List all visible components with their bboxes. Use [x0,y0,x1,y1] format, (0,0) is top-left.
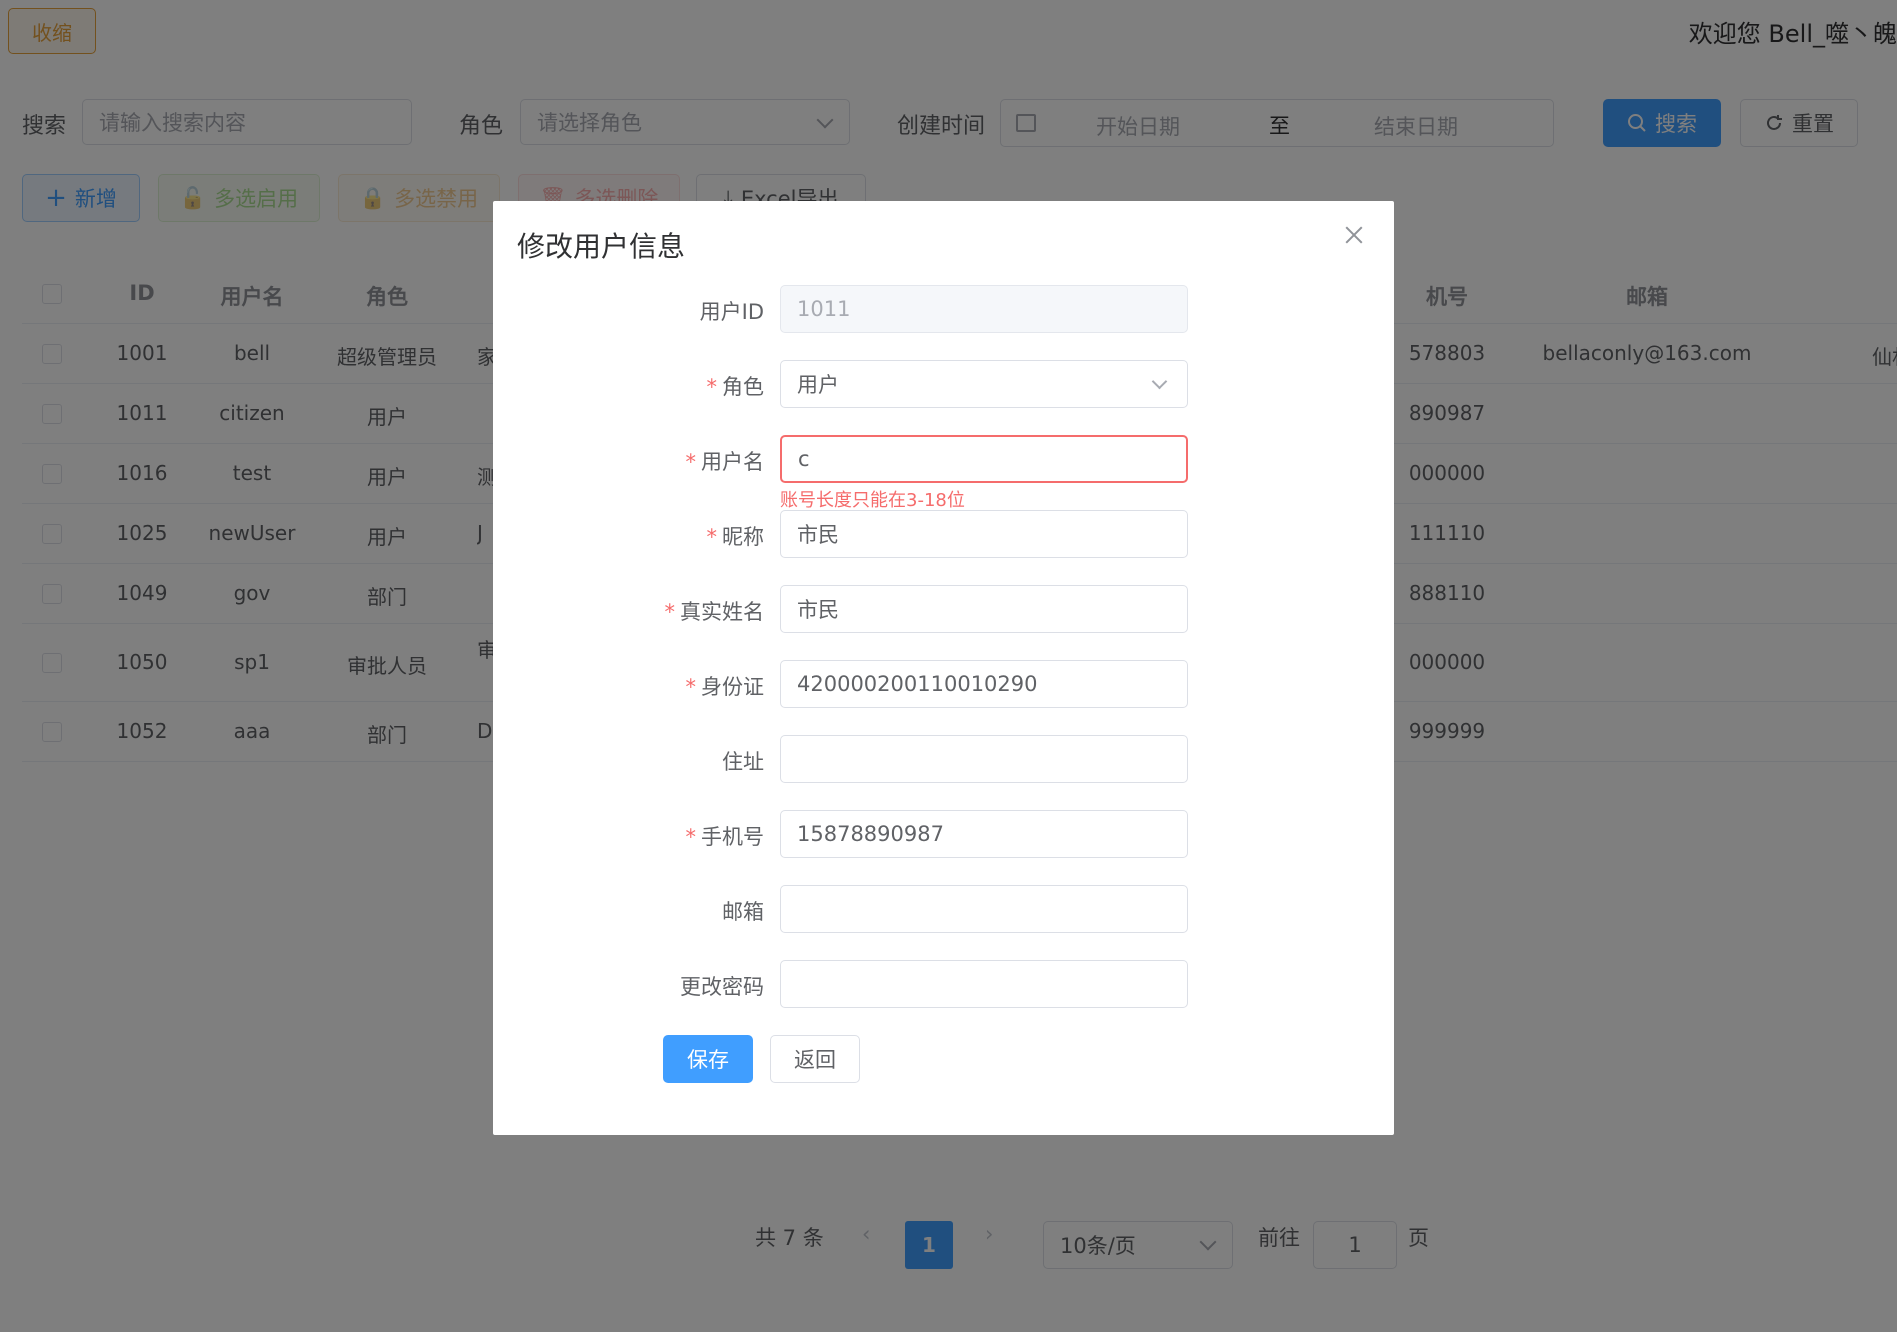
form-row-realname: * 真实姓名 市民 [493,585,1394,633]
required-mark: * [706,375,718,399]
role-field-label: * 角色 [706,375,765,399]
phone-field[interactable]: 15878890987 [780,810,1188,858]
username-error-message: 账号长度只能在3-18位 [780,490,965,511]
phone-field-label: * 手机号 [685,825,765,849]
required-mark: * [706,525,718,549]
email-field[interactable] [780,885,1188,933]
address-field[interactable] [780,735,1188,783]
close-icon[interactable] [1340,221,1368,249]
required-mark: * [685,675,697,699]
required-mark: * [685,825,697,849]
password-field-label: 更改密码 [680,975,764,999]
chevron-down-icon [1151,373,1168,390]
role-field-select[interactable]: 用户 [780,360,1188,408]
form-row-password: 更改密码 [493,960,1394,1008]
back-button[interactable]: 返回 [770,1035,860,1083]
form-row-username: * 用户名 c 账号长度只能在3-18位 [493,435,1394,511]
form-row-phone: * 手机号 15878890987 [493,810,1394,858]
username-field[interactable]: c [780,435,1188,483]
form-row-address: 住址 [493,735,1394,783]
nickname-field[interactable]: 市民 [780,510,1188,558]
form-row-email: 邮箱 [493,885,1394,933]
realname-field[interactable]: 市民 [780,585,1188,633]
password-field[interactable] [780,960,1188,1008]
realname-field-label: * 真实姓名 [664,600,765,624]
form-row-role: * 角色 用户 [493,360,1394,408]
user-id-label: 用户ID [699,300,764,324]
idcard-field-label: * 身份证 [685,675,765,699]
save-button[interactable]: 保存 [663,1035,753,1083]
nickname-field-label: * 昵称 [706,525,765,549]
required-mark: * [685,450,697,474]
required-mark: * [664,600,676,624]
dialog-title: 修改用户信息 [517,230,686,263]
address-field-label: 住址 [722,750,764,774]
form-row-nickname: * 昵称 市民 [493,510,1394,558]
email-field-label: 邮箱 [722,900,764,924]
form-row-user-id: 用户ID 1011 [493,285,1394,333]
user-id-field: 1011 [780,285,1188,333]
form-row-idcard: * 身份证 420000200110010290 [493,660,1394,708]
edit-user-dialog: 修改用户信息 用户ID 1011 * 角色 用户 * 用户名 c 账号长度只能在3-… [493,201,1394,1135]
idcard-field[interactable]: 420000200110010290 [780,660,1188,708]
username-field-label: * 用户名 [685,450,765,474]
